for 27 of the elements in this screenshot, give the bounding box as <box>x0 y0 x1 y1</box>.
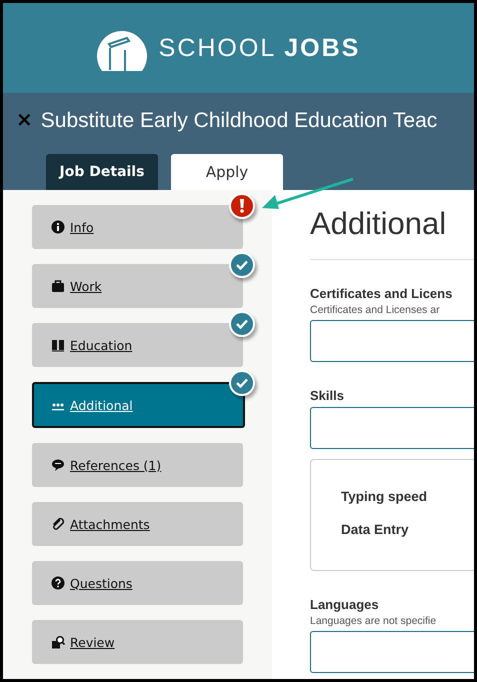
tab[interactable]: Apply <box>171 154 283 190</box>
step-icon <box>51 458 65 472</box>
step-icon <box>51 635 65 649</box>
field-label: Skills <box>310 388 345 403</box>
step-icon <box>51 220 65 234</box>
step-link[interactable]: Info <box>32 205 243 249</box>
tab[interactable]: Job Details <box>46 154 158 190</box>
step-link[interactable]: Education <box>32 323 243 367</box>
step-icon <box>51 517 65 531</box>
field-label: Certificates and Licens <box>310 286 454 301</box>
field-note: Certificates and Licenses ar <box>310 304 441 316</box>
job-title: Substitute Early Childhood Education Teac <box>40 109 438 133</box>
logo-text: SCHOOL JOBS <box>158 34 360 62</box>
skill-item: Data Entry <box>341 522 410 537</box>
step-icon <box>51 576 65 590</box>
step-link[interactable]: References (1) <box>32 443 243 487</box>
step-link[interactable]: Work <box>32 264 243 308</box>
step-link[interactable]: Review <box>32 620 243 664</box>
field-label: Languages <box>310 597 380 612</box>
field-note: Languages are not specifie <box>310 615 438 627</box>
step-link[interactable]: Attachments <box>32 502 243 546</box>
skill-item: Typing speed <box>341 489 428 504</box>
step-icon <box>51 338 65 352</box>
step-link[interactable]: Additional <box>32 382 245 428</box>
page-heading: Additional <box>310 206 448 242</box>
step-link[interactable]: Questions <box>32 561 243 605</box>
step-icon <box>51 279 65 293</box>
